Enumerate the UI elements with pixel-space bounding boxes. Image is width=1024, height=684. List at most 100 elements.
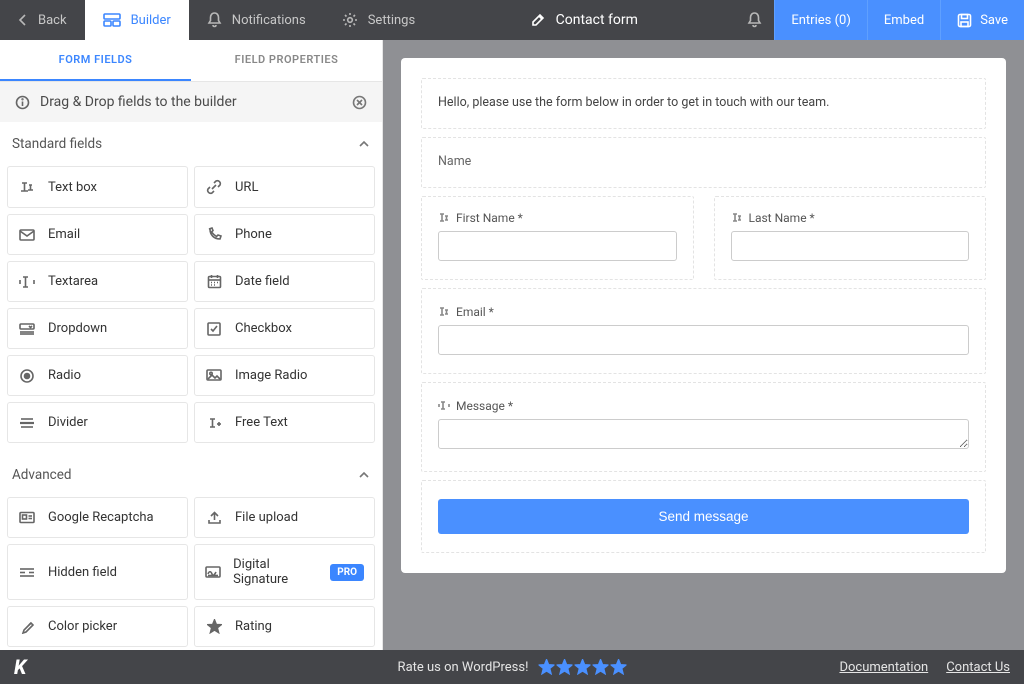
hidden-icon — [18, 567, 36, 578]
info-icon — [15, 95, 30, 110]
edit-icon[interactable] — [530, 12, 546, 28]
message-input[interactable] — [438, 419, 969, 449]
back-label: Back — [38, 13, 67, 28]
alerts-button[interactable] — [734, 0, 774, 40]
close-hint-icon[interactable] — [352, 95, 367, 110]
rate-text: Rate us on WordPress! — [398, 660, 529, 675]
sidebar: FORM FIELDS FIELD PROPERTIES Drag & Drop… — [0, 40, 383, 650]
field-label: Digital Signature — [233, 557, 318, 587]
field-label: Phone — [235, 227, 272, 242]
field-email[interactable]: Email — [7, 214, 188, 255]
section-advanced-fields[interactable]: Advanced — [0, 453, 382, 497]
colorpicker-icon — [18, 620, 36, 634]
field-colorpicker[interactable]: Color picker — [7, 606, 188, 647]
documentation-link[interactable]: Documentation — [839, 660, 928, 675]
field-radio[interactable]: Radio — [7, 355, 188, 396]
intro-block[interactable]: Hello, please use the form below in orde… — [421, 78, 986, 129]
form-title: Contact form — [556, 12, 638, 28]
field-textbox[interactable]: Text box — [7, 166, 188, 208]
section-standard-fields[interactable]: Standard fields — [0, 122, 382, 166]
section-advanced-label: Advanced — [12, 467, 72, 483]
field-label: Email — [48, 227, 80, 242]
notifications-tab[interactable]: Notifications — [189, 0, 324, 40]
field-phone[interactable]: Phone — [194, 214, 375, 255]
embed-button[interactable]: Embed — [867, 0, 940, 40]
email-input[interactable] — [438, 325, 969, 355]
field-hidden[interactable]: Hidden field — [7, 544, 188, 600]
field-label: File upload — [235, 510, 298, 525]
submit-block[interactable]: Send message — [421, 480, 986, 553]
last-name-block[interactable]: Last Name * — [714, 196, 987, 280]
submit-button[interactable]: Send message — [438, 499, 969, 534]
section-standard-label: Standard fields — [12, 136, 102, 152]
upload-icon — [205, 510, 223, 525]
field-freetext[interactable]: Free Text — [194, 402, 375, 443]
embed-label: Embed — [884, 13, 924, 28]
field-textarea[interactable]: Textarea — [7, 261, 188, 302]
back-button[interactable]: Back — [0, 0, 85, 40]
field-signature[interactable]: Digital Signature PRO — [194, 544, 375, 600]
freetext-icon — [205, 416, 223, 430]
field-upload[interactable]: File upload — [194, 497, 375, 538]
last-name-input[interactable] — [731, 231, 970, 261]
first-name-input[interactable] — [438, 231, 677, 261]
image-radio-icon — [205, 369, 223, 382]
bell-icon — [207, 12, 222, 28]
builder-icon — [103, 13, 121, 27]
tab-field-properties[interactable]: FIELD PROPERTIES — [191, 40, 382, 81]
form-canvas[interactable]: Hello, please use the form below in orde… — [383, 40, 1024, 650]
checkbox-icon — [205, 322, 223, 336]
signature-icon — [205, 566, 221, 579]
entries-button[interactable]: Entries (0) — [774, 0, 867, 40]
field-url[interactable]: URL — [194, 166, 375, 208]
field-label: Text box — [48, 180, 97, 195]
first-name-block[interactable]: First Name * — [421, 196, 694, 280]
first-name-label: First Name * — [456, 211, 523, 225]
builder-tab[interactable]: Builder — [85, 0, 189, 40]
chevron-left-icon — [18, 13, 28, 27]
field-dropdown[interactable]: Dropdown — [7, 308, 188, 349]
field-date[interactable]: Date field — [194, 261, 375, 302]
field-label: Hidden field — [48, 565, 117, 580]
field-rating[interactable]: Rating — [194, 606, 375, 647]
brand-logo: K — [14, 655, 26, 679]
field-image-radio[interactable]: Image Radio — [194, 355, 375, 396]
message-block[interactable]: Message * — [421, 382, 986, 472]
field-divider[interactable]: Divider — [7, 402, 188, 443]
field-checkbox[interactable]: Checkbox — [194, 308, 375, 349]
field-label: Checkbox — [235, 321, 292, 336]
field-label: Google Recaptcha — [48, 510, 154, 525]
field-label: Free Text — [235, 415, 288, 430]
drag-hint-text: Drag & Drop fields to the builder — [40, 94, 237, 110]
intro-text: Hello, please use the form below in orde… — [438, 95, 969, 110]
top-bar: Back Builder Notifications Settings Cont… — [0, 0, 1024, 40]
contact-us-link[interactable]: Contact Us — [946, 660, 1010, 675]
star-icon — [205, 619, 223, 634]
last-name-label: Last Name * — [749, 211, 815, 225]
field-label: Divider — [48, 415, 88, 430]
save-button[interactable]: Save — [940, 0, 1024, 40]
field-label: Image Radio — [235, 368, 307, 383]
field-recaptcha[interactable]: Google Recaptcha — [7, 497, 188, 538]
field-label: Color picker — [48, 619, 117, 634]
name-section-label: Name — [438, 154, 969, 169]
save-icon — [957, 13, 972, 28]
textbox-icon — [18, 180, 36, 194]
divider-icon — [18, 417, 36, 429]
calendar-icon — [205, 274, 223, 289]
settings-tab[interactable]: Settings — [324, 0, 433, 40]
message-label: Message * — [456, 399, 513, 413]
email-block[interactable]: Email * — [421, 288, 986, 374]
tab-form-fields[interactable]: FORM FIELDS — [0, 40, 191, 81]
link-icon — [205, 179, 223, 195]
field-label: Textarea — [48, 274, 98, 289]
entries-label: Entries (0) — [791, 13, 851, 28]
dropdown-icon — [18, 323, 36, 335]
name-section-block[interactable]: Name — [421, 137, 986, 188]
footer-bar: K Rate us on WordPress! Documentation Co… — [0, 650, 1024, 684]
rating-stars[interactable] — [538, 659, 626, 675]
email-label: Email * — [456, 305, 494, 319]
gear-icon — [342, 12, 358, 28]
notifications-label: Notifications — [232, 13, 306, 28]
recaptcha-icon — [18, 511, 36, 524]
